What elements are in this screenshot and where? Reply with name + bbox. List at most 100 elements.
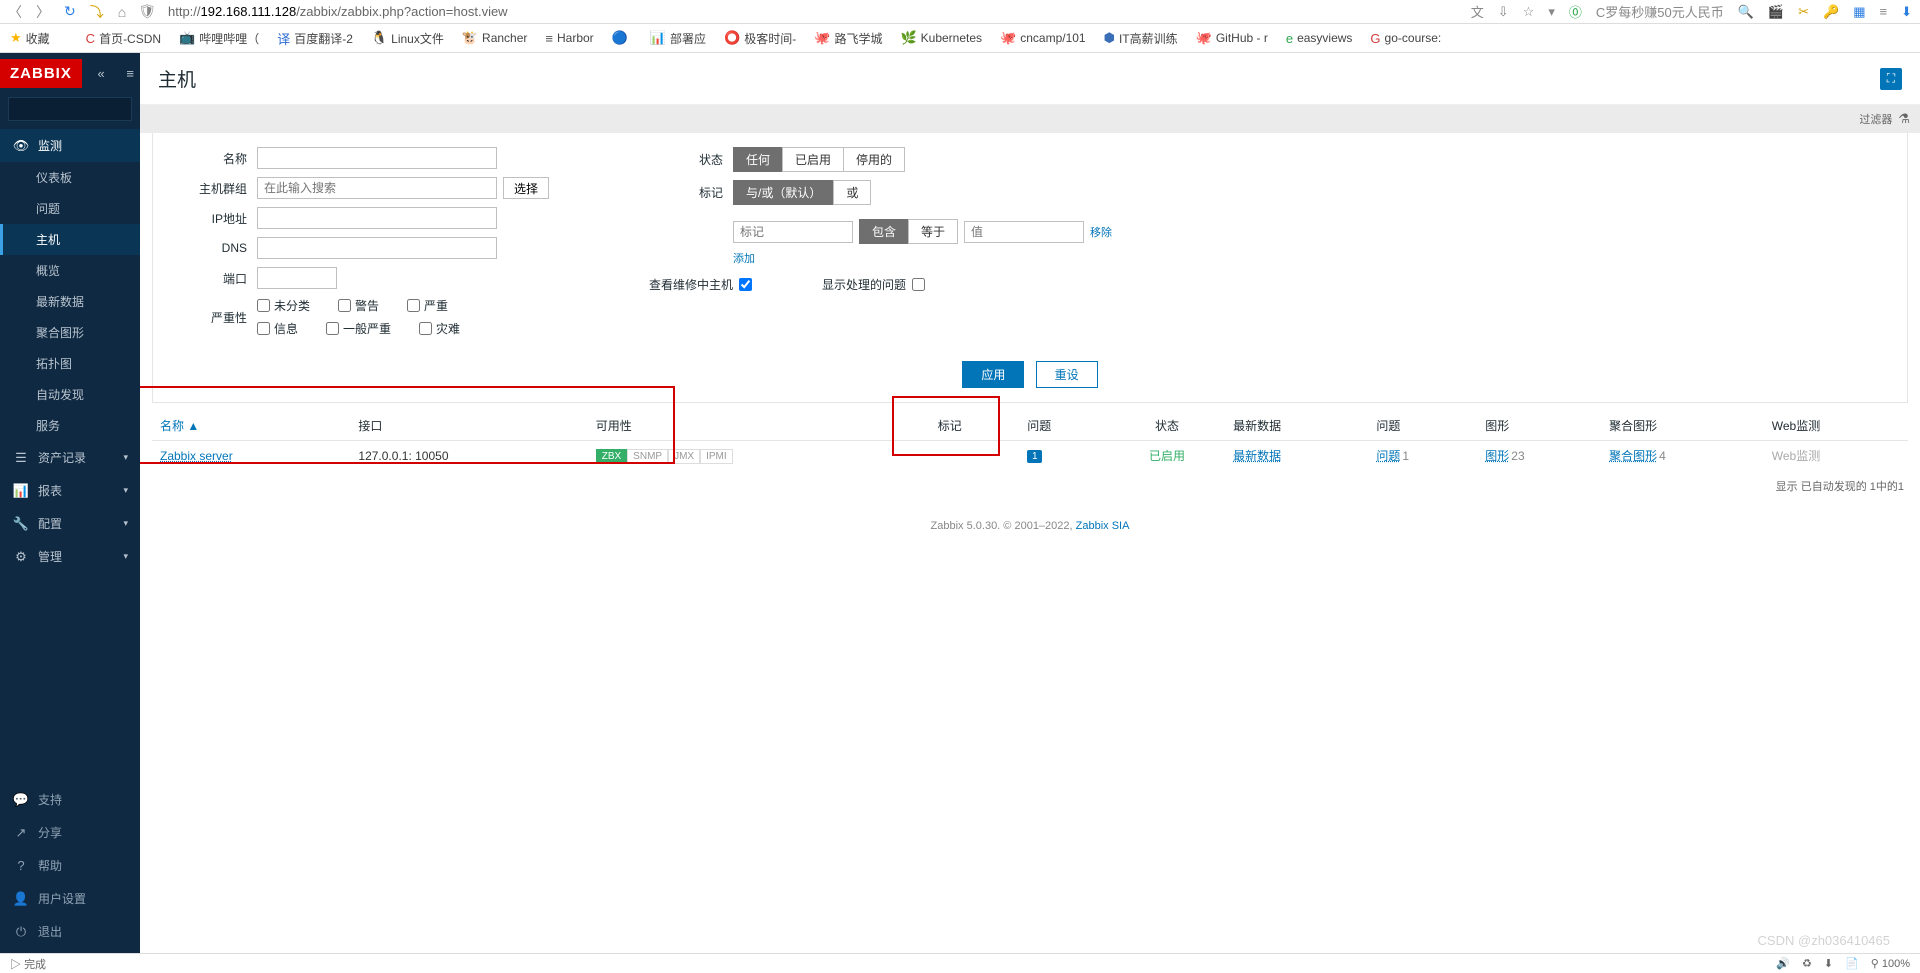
sidebar-section-reports[interactable]: 📊 报表 ▾ [0,474,140,507]
bookmark-item[interactable]: 🔵 [612,30,632,46]
shield-icon[interactable]: ♻ [1802,957,1812,970]
problems-badge[interactable]: 1 [1027,450,1042,463]
tag-value-input[interactable] [964,221,1084,243]
severity-checkbox[interactable]: 严重 [407,297,448,314]
search-icon[interactable]: 🔍 [1738,4,1754,20]
dropdown-icon[interactable]: ⤵ [90,2,104,22]
tags-seg[interactable]: 与/或（默认） [733,180,834,205]
sidebar-search[interactable]: 🔍 [8,97,132,121]
col-name[interactable]: 名称 ▲ [152,411,350,441]
bookmark-item[interactable]: 🐙GitHub - r [1196,30,1268,46]
bookmark-item[interactable]: ⭕极客时间- [724,30,796,47]
input-name[interactable] [257,147,497,169]
tag-name-input[interactable] [733,221,853,243]
home-icon[interactable]: ⌂ [118,4,126,20]
url-display[interactable]: http://192.168.111.128/zabbix/zabbix.php… [168,4,1459,19]
more-icon[interactable]: ▾ [1548,4,1555,20]
play-icon[interactable]: ▷ [10,959,21,971]
sidebar-bottom-item[interactable]: ?帮助 [0,849,140,882]
checkbox[interactable] [338,299,351,312]
sidebar-item[interactable]: 聚合图形 [0,317,140,348]
favorites-button[interactable]: ★收藏 [10,30,50,47]
severity-checkbox[interactable]: 警告 [338,297,379,314]
checkbox[interactable] [419,322,432,335]
nav-forward-icon[interactable]: 〉 [36,2,50,22]
bookmark-item[interactable]: ⬢IT高薪训练 [1104,30,1178,47]
sidebar-section-inventory[interactable]: ☰ 资产记录 ▾ [0,441,140,474]
status-seg[interactable]: 已启用 [782,147,844,172]
bookmark-item[interactable]: 📺哔哩哔哩（ [179,30,259,47]
sidebar-section-admin[interactable]: ⚙ 管理 ▾ [0,540,140,573]
download-icon[interactable]: ⬇ [1901,4,1912,20]
sidebar-bottom-item[interactable]: 👤用户设置 [0,882,140,915]
shield-icon[interactable]: 🛡 [138,3,156,20]
tag-contains-button[interactable]: 包含 [859,219,909,244]
key-icon[interactable]: 🔑 [1823,4,1839,20]
scissors-icon[interactable]: ✂ [1798,4,1809,20]
severity-checkbox[interactable]: 一般严重 [326,320,391,337]
checkbox[interactable] [407,299,420,312]
bookmark-item[interactable]: 🐮Rancher [462,30,528,46]
sidebar-item[interactable]: 服务 [0,410,140,441]
input-port[interactable] [257,267,337,289]
bookmark-item[interactable]: 译百度翻译-2 [277,29,353,48]
input-hostgroup[interactable] [257,177,497,199]
download-icon[interactable]: ⬇ [1824,957,1833,970]
fullscreen-button[interactable]: ⛶ [1880,68,1902,90]
tags-seg[interactable]: 或 [833,180,871,205]
video-icon[interactable]: 🎬 [1768,4,1784,20]
sidebar-item[interactable]: 概览 [0,255,140,286]
status-seg[interactable]: 任何 [733,147,783,172]
bookmark-item[interactable]: 🐧Linux文件 [371,30,444,47]
footer-link[interactable]: Zabbix SIA [1076,520,1130,532]
sidebar-item[interactable]: 拓扑图 [0,348,140,379]
status-seg[interactable]: 停用的 [843,147,905,172]
bookmark-item[interactable]: Ggo-course: [1370,31,1441,46]
sidebar-item[interactable]: 仪表板 [0,162,140,193]
sidebar-item[interactable]: 最新数据 [0,286,140,317]
sidebar-item[interactable]: 自动发现 [0,379,140,410]
cloud-icon[interactable]: ⓪ [1569,2,1582,21]
severity-checkbox[interactable]: 信息 [257,320,298,337]
menu-icon[interactable]: ≡ [1880,4,1888,19]
checkbox[interactable] [257,322,270,335]
bookmark-item[interactable]: eeasyviews [1286,31,1353,46]
sidebar-bottom-item[interactable]: ↗分享 [0,816,140,849]
sidebar-section-config[interactable]: 🔧 配置 ▾ [0,507,140,540]
graphs-link[interactable]: 图形 [1485,449,1509,463]
sidebar-section-monitor[interactable]: 👁 监测 [0,129,140,162]
filter-toggle[interactable]: 过滤器 ⚗ [140,105,1920,133]
input-ip[interactable] [257,207,497,229]
sound-icon[interactable]: 🔊 [1776,957,1790,970]
problems-link[interactable]: 问题 [1376,449,1400,463]
severity-checkbox[interactable]: 灾难 [419,320,460,337]
tag-equals-button[interactable]: 等于 [908,219,958,244]
text-icon[interactable]: 文 [1471,2,1484,21]
remove-link[interactable]: 移除 [1090,224,1112,240]
arrow-down-icon[interactable]: ⇩ [1498,4,1509,20]
bookmark-item[interactable]: 📊部署应 [650,30,706,47]
latest-link[interactable]: 最新数据 [1233,449,1281,463]
severity-checkbox[interactable]: 未分类 [257,297,310,314]
apply-button[interactable]: 应用 [962,361,1024,388]
bookmark-item[interactable]: 🐙路飞学城 [814,30,882,47]
host-link[interactable]: Zabbix server [160,449,233,463]
grid-icon[interactable]: ▦ [1853,4,1865,20]
bookmark-item[interactable]: 🌿Kubernetes [900,30,982,46]
bookmark-item[interactable]: 🐙cncamp/101 [1000,30,1086,46]
star-icon[interactable]: ☆ [1523,4,1535,20]
sidebar-bottom-item[interactable]: 💬支持 [0,783,140,816]
select-button[interactable]: 选择 [503,177,549,199]
bookmark-item[interactable]: ≡Harbor [545,31,593,46]
sidebar-bottom-item[interactable]: ⏻退出 [0,915,140,948]
collapse-icon[interactable]: « [98,66,105,81]
nav-back-icon[interactable]: 〈 [8,2,22,22]
menu-icon[interactable]: ≡ [126,66,134,81]
bookmark-item[interactable]: C首页-CSDN [86,30,161,47]
sidebar-search-input[interactable] [15,103,157,115]
note-icon[interactable]: 📄 [1845,957,1859,970]
logo[interactable]: ZABBIX [0,59,82,88]
checkbox-show-maint[interactable] [739,278,752,291]
sidebar-item[interactable]: 主机 [0,224,140,255]
input-dns[interactable] [257,237,497,259]
